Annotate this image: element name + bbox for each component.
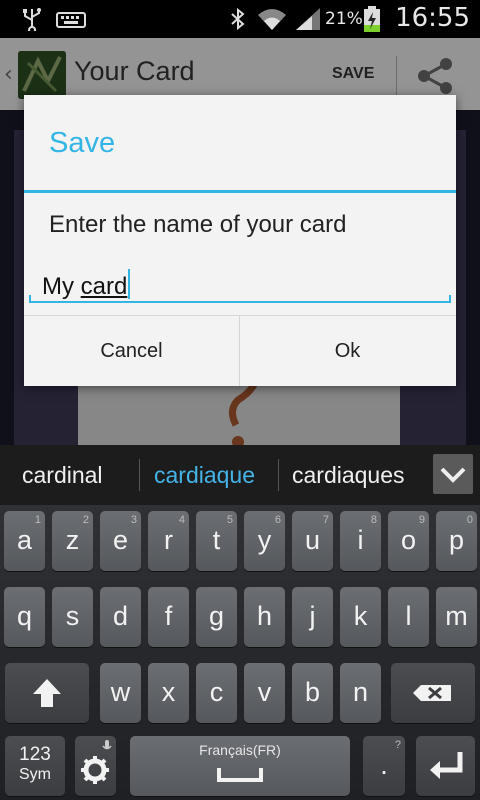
key-k[interactable]: k [340,587,381,647]
key-t[interactable]: t5 [196,511,237,571]
key-label: e [112,525,129,555]
suggestion-item-selected[interactable]: cardiaque [154,445,255,505]
battery-percent: 21% [325,9,363,29]
period-key-label: . [380,750,388,780]
key-label: t [212,525,221,555]
key-l[interactable]: l [388,587,429,647]
dialog-title-divider [24,190,456,193]
card-name-input-value: My card [42,269,131,301]
suggestion-item[interactable]: cardinal [22,445,103,505]
key-w[interactable]: w [100,663,141,723]
symbols-key-label-bottom: Sym [19,766,51,783]
key-label: p [448,525,465,555]
key-hint: 1 [34,514,41,526]
key-f[interactable]: f [148,587,189,647]
key-hint: 9 [418,514,425,526]
input-underline [29,301,451,303]
space-key-language-label: Français(FR) [199,742,281,758]
key-hint: 4 [178,514,185,526]
key-hint: 6 [274,514,281,526]
clock: 16:55 [395,3,470,33]
key-y[interactable]: y6 [244,511,285,571]
cancel-button[interactable]: Cancel [24,316,239,386]
key-x[interactable]: x [148,663,189,723]
enter-key[interactable] [416,736,475,796]
key-hint: 0 [466,514,473,526]
suggestion-divider [139,459,140,491]
space-key[interactable]: Français(FR) [130,736,350,796]
symbols-key-label-top: 123 [19,744,51,765]
space-bar-icon [217,768,263,782]
key-q[interactable]: q [4,587,45,647]
signal-icon [296,8,320,30]
suggestion-divider [278,459,279,491]
usb-icon [23,8,41,31]
chevron-down-icon [440,467,466,483]
settings-key[interactable] [75,736,116,796]
key-p[interactable]: p0 [436,511,477,571]
key-label: i [357,525,364,555]
input-underline-left-tick [29,295,31,303]
key-label: y [257,525,272,555]
key-z[interactable]: z2 [52,511,93,571]
key-label: z [65,525,80,555]
input-text-prefix: My [42,273,81,300]
suggestion-item[interactable]: cardiaques [292,445,405,505]
input-text-composing-word: card [80,273,128,300]
text-cursor [128,269,131,299]
battery-charging-icon [364,6,380,32]
key-n[interactable]: n [340,663,381,723]
key-r[interactable]: r4 [148,511,189,571]
card-name-input[interactable]: My card [29,263,451,307]
key-hint: 7 [322,514,329,526]
dialog-message: Enter the name of your card [49,211,347,238]
key-hint: 2 [82,514,89,526]
wifi-icon [258,9,286,30]
shift-key[interactable] [5,663,89,723]
backspace-icon [413,685,451,701]
key-a[interactable]: a1 [4,511,45,571]
period-key[interactable]: . ? [363,736,405,796]
save-dialog: Save Enter the name of your card My card… [24,95,456,386]
status-bar: 21% 16:55 [0,0,480,38]
key-label: o [400,525,417,555]
key-j[interactable]: j [292,587,333,647]
dialog-title: Save [49,127,116,159]
keyboard-icon [56,12,86,28]
ok-button[interactable]: Ok [240,316,455,386]
soft-keyboard: a1z2e3r4t5y6u7i8o9p0 qsdfghjklm wxcvbn 1… [0,505,480,800]
input-underline-right-tick [449,295,451,303]
key-c[interactable]: c [196,663,237,723]
key-h[interactable]: h [244,587,285,647]
key-e[interactable]: e3 [100,511,141,571]
shift-arrow-icon [33,679,61,707]
key-hint: 8 [370,514,377,526]
key-u[interactable]: u7 [292,511,333,571]
key-g[interactable]: g [196,587,237,647]
key-v[interactable]: v [244,663,285,723]
key-s[interactable]: s [52,587,93,647]
key-hint: 5 [226,514,233,526]
microphone-icon [102,740,112,750]
enter-arrow-icon [430,752,463,779]
key-label: u [304,525,321,555]
key-m[interactable]: m [436,587,477,647]
key-i[interactable]: i8 [340,511,381,571]
backspace-key[interactable] [391,663,475,723]
key-hint: 3 [130,514,137,526]
key-o[interactable]: o9 [388,511,429,571]
period-key-hint: ? [394,739,401,751]
suggestion-strip: cardinal cardiaque cardiaques [0,445,480,505]
symbols-key[interactable]: 123 Sym [5,736,65,796]
expand-suggestions-button[interactable] [433,454,473,494]
bluetooth-icon [231,7,245,31]
key-d[interactable]: d [100,587,141,647]
key-b[interactable]: b [292,663,333,723]
key-label: r [164,525,173,555]
key-label: a [16,525,33,555]
